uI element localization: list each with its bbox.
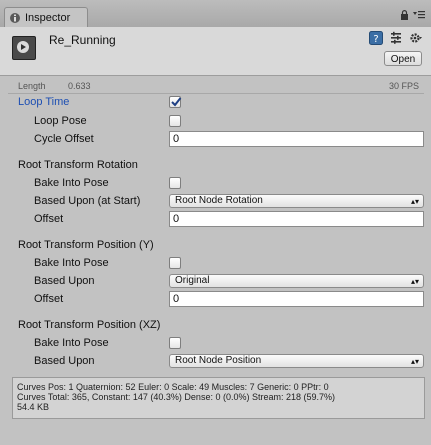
bottom-area bbox=[0, 428, 431, 445]
rotation-bake-label: Bake Into Pose bbox=[34, 177, 109, 189]
clip-name: Re_Running bbox=[49, 33, 116, 47]
menu-icon[interactable] bbox=[413, 11, 425, 22]
stats-line: Curves Pos: 1 Quaternion: 52 Euler: 0 Sc… bbox=[17, 382, 329, 392]
rotation-offset-label: Offset bbox=[34, 213, 64, 225]
curve-stats-box: Curves Pos: 1 Quaternion: 52 Euler: 0 Sc… bbox=[12, 377, 425, 419]
dropdown-arrow-icon: ▴▾ bbox=[410, 357, 419, 366]
loop-time-label: Loop Time bbox=[18, 96, 70, 108]
fps-value: 30 FPS bbox=[388, 81, 419, 91]
svg-text:?: ? bbox=[373, 34, 378, 45]
position-y-offset-label: Offset bbox=[34, 293, 64, 305]
position-y-bake-checkbox[interactable] bbox=[169, 257, 181, 269]
rotation-based-label: Based Upon (at Start) bbox=[34, 195, 141, 207]
divider bbox=[8, 93, 424, 94]
position-y-based-label: Based Upon bbox=[34, 275, 95, 287]
animation-clip-icon bbox=[12, 36, 36, 60]
rotation-section-title: Root Transform Rotation bbox=[18, 159, 138, 171]
length-value: 0.633 bbox=[68, 81, 91, 91]
open-button[interactable]: Open bbox=[384, 51, 422, 66]
position-y-based-value: Original bbox=[175, 275, 210, 286]
position-xz-bake-checkbox[interactable] bbox=[169, 337, 181, 349]
preset-icon[interactable] bbox=[389, 31, 403, 45]
position-y-offset-field[interactable]: 0 bbox=[169, 291, 424, 307]
rotation-offset-field[interactable]: 0 bbox=[169, 211, 424, 227]
loop-time-checkbox[interactable] bbox=[169, 96, 182, 108]
dropdown-arrow-icon: ▴▾ bbox=[410, 277, 419, 286]
cycle-offset-field[interactable]: 0 bbox=[169, 131, 424, 147]
rotation-based-select[interactable]: Root Node Rotation ▴▾ bbox=[169, 194, 424, 208]
position-y-bake-label: Bake Into Pose bbox=[34, 257, 109, 269]
position-xz-based-value: Root Node Position bbox=[175, 355, 262, 366]
position-y-section-title: Root Transform Position (Y) bbox=[18, 239, 154, 251]
position-y-based-select[interactable]: Original ▴▾ bbox=[169, 274, 424, 288]
info-icon bbox=[9, 12, 21, 24]
tab-bar: Inspector bbox=[0, 0, 431, 28]
loop-pose-checkbox[interactable] bbox=[169, 115, 181, 127]
dropdown-arrow-icon: ▴▾ bbox=[410, 197, 419, 206]
position-xz-section-title: Root Transform Position (XZ) bbox=[18, 319, 161, 331]
position-xz-bake-label: Bake Into Pose bbox=[34, 337, 109, 349]
rotation-based-value: Root Node Rotation bbox=[175, 195, 263, 206]
help-icon[interactable]: ? bbox=[369, 31, 383, 45]
length-label: Length bbox=[18, 81, 46, 91]
loop-pose-label: Loop Pose bbox=[34, 115, 87, 127]
position-xz-based-select[interactable]: Root Node Position ▴▾ bbox=[169, 354, 424, 368]
lock-icon[interactable] bbox=[400, 10, 409, 23]
cycle-offset-label: Cycle Offset bbox=[34, 133, 94, 145]
tab-inspector[interactable]: Inspector bbox=[4, 7, 88, 27]
stats-line: Curves Total: 365, Constant: 147 (40.3%)… bbox=[17, 392, 335, 402]
rotation-bake-checkbox[interactable] bbox=[169, 177, 181, 189]
stats-line: 54.4 KB bbox=[17, 402, 50, 412]
tab-title: Inspector bbox=[25, 11, 71, 24]
gear-icon[interactable] bbox=[409, 31, 423, 45]
position-xz-based-label: Based Upon bbox=[34, 355, 95, 367]
